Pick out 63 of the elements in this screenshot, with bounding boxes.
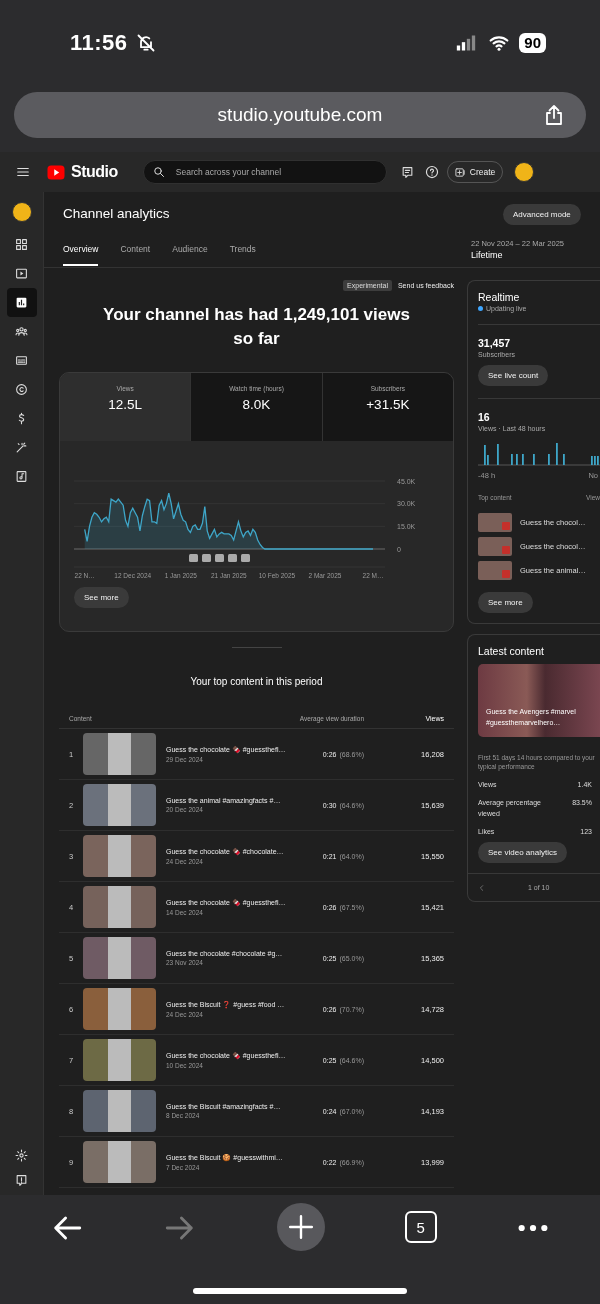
video-thumbnail[interactable]: [83, 1039, 156, 1081]
video-thumbnail[interactable]: [83, 835, 156, 877]
card-title: Realtime: [478, 291, 521, 303]
view-count: 16: [478, 411, 491, 423]
clock-time: 11:56: [70, 30, 128, 56]
video-thumbnail[interactable]: [83, 733, 156, 775]
create-button[interactable]: Create: [446, 161, 504, 183]
avatar[interactable]: [11, 202, 32, 222]
video-thumbnail[interactable]: [478, 537, 512, 556]
see-more-button[interactable]: See more: [478, 592, 533, 613]
help-icon[interactable]: [424, 165, 439, 179]
address-bar[interactable]: studio.youtube.com: [14, 92, 586, 138]
headline: Your channel has had 1,249,101 views so far: [102, 304, 411, 350]
logo-text: Studio: [71, 163, 118, 181]
card-title: Latest content: [478, 645, 545, 657]
video-thumbnail[interactable]: [83, 886, 156, 928]
settings-icon[interactable]: [15, 1149, 28, 1162]
magic-wand-icon: [15, 441, 28, 454]
section-title: Your top content in this period: [189, 676, 324, 687]
video-marker[interactable]: [202, 554, 211, 562]
bar-chart-icon: [15, 296, 28, 309]
see-more-button[interactable]: See more: [74, 587, 129, 608]
video-marker[interactable]: [228, 554, 237, 562]
plus-icon: [288, 1214, 314, 1240]
tab-count-button[interactable]: 5: [404, 1211, 437, 1243]
advanced-mode-button[interactable]: Advanced mode: [503, 204, 581, 225]
video-plus-icon: [454, 166, 466, 178]
dashboard-icon: [15, 238, 28, 251]
video-marker[interactable]: [241, 554, 250, 562]
page-title: Channel analytics: [63, 206, 171, 221]
feedback-icon[interactable]: [400, 165, 414, 179]
video-marker[interactable]: [189, 554, 198, 562]
tab[interactable]: Overview: [63, 244, 99, 266]
video-analytics-button[interactable]: See video analytics: [478, 842, 567, 863]
subscriber-count: 31,457: [478, 337, 512, 349]
menu-icon[interactable]: [16, 165, 30, 179]
people-icon: [15, 325, 28, 338]
video-thumbnail[interactable]: [478, 561, 512, 580]
battery-level: 90: [519, 33, 546, 53]
video-marker[interactable]: [215, 554, 224, 562]
video-thumbnail[interactable]: [83, 937, 156, 979]
period-selector[interactable]: Lifetime: [471, 250, 600, 260]
nav-item[interactable]: [6, 288, 37, 317]
copyright-icon: [15, 383, 28, 396]
tab[interactable]: Trends: [229, 244, 256, 266]
live-dot: [478, 306, 483, 311]
avatar[interactable]: [514, 162, 535, 182]
video-thumbnail[interactable]: [83, 988, 156, 1030]
new-tab-button[interactable]: [277, 1203, 325, 1251]
tab[interactable]: Audience: [172, 244, 208, 266]
search-field[interactable]: Search across your channel: [142, 160, 387, 184]
video-thumbnail[interactable]: [83, 1141, 156, 1183]
video-thumbnail[interactable]: [478, 513, 512, 532]
music-file-icon: [15, 470, 28, 483]
video-thumbnail[interactable]: [83, 784, 156, 826]
search-icon: [152, 166, 165, 178]
tab[interactable]: Content: [120, 244, 151, 266]
feedback-icon[interactable]: [15, 1174, 28, 1187]
video-thumbnail[interactable]: [83, 1090, 156, 1132]
video-icon: [15, 267, 28, 280]
muted-bell-icon: [135, 33, 156, 53]
see-live-count-button[interactable]: See live count: [478, 365, 549, 386]
subtitles-icon: [15, 354, 28, 367]
